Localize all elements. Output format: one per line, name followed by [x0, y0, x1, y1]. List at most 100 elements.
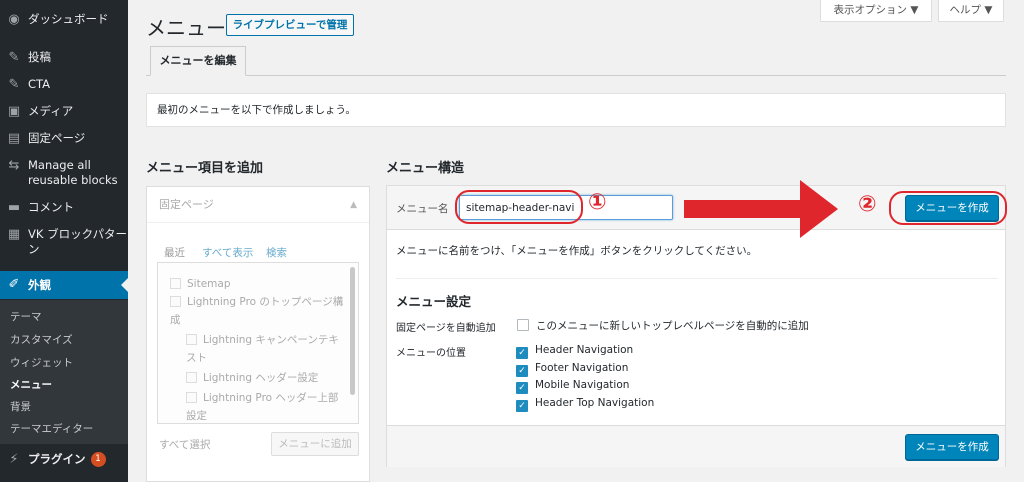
sidebar-item-comments[interactable]: ▬ コメント [0, 200, 128, 216]
location-label: Header Top Navigation [535, 397, 655, 409]
scrollbar-thumb[interactable] [350, 267, 355, 395]
divider [396, 278, 998, 279]
sidebar-item-appearance[interactable]: ✐ 外観 [0, 271, 128, 299]
tab-edit-menus[interactable]: メニューを編集 [150, 46, 246, 76]
add-to-menu-button[interactable]: メニューに追加 [271, 432, 359, 456]
pin-icon: ✎ [8, 50, 20, 65]
pin-icon: ✎ [8, 77, 20, 92]
submenu-item-themes[interactable]: テーマ [10, 309, 42, 324]
menu-name-label: メニュー名 [396, 203, 449, 215]
active-indicator [121, 278, 128, 292]
page-label: Sitemap [187, 278, 231, 290]
update-count-badge: 1 [90, 452, 106, 467]
page-label: Lightning キャンペーンテキスト [186, 334, 339, 364]
sidebar-item-dashboard[interactable]: ◉ ダッシュボード [0, 12, 128, 28]
location-label: Header Navigation [535, 344, 634, 356]
page-title: メニュー [146, 16, 226, 40]
checkbox[interactable] [186, 392, 197, 403]
tab-view-all[interactable]: すべて表示 [202, 245, 253, 260]
tab-divider [146, 75, 1006, 76]
checkbox[interactable] [170, 296, 181, 307]
sidebar-item-label: コメント [28, 200, 74, 214]
sidebar-item-reusable-blocks[interactable]: ⇆ Manage all reusable blocks [0, 158, 128, 188]
appearance-submenu: テーマ カスタマイズ ウィジェット メニュー 背景 テーマエディター [0, 300, 128, 444]
select-all-link[interactable]: すべて選択 [159, 437, 210, 452]
auto-add-label: 固定ページを自動追加 [396, 323, 496, 334]
checkbox[interactable] [186, 372, 197, 383]
help-button[interactable]: ヘルプ ▼ [938, 0, 1004, 22]
create-menu-button-bottom[interactable]: メニューを作成 [905, 434, 999, 460]
sidebar-item-label: プラグイン [28, 452, 86, 466]
auto-add-text: このメニューに新しいトップレベルページを自動的に追加 [536, 320, 809, 332]
location-option[interactable]: ✓ Header Navigation [516, 344, 633, 359]
annotation-arrow-icon [684, 180, 838, 238]
menu-structure-heading: メニュー構造 [386, 161, 465, 176]
annotation-highlight-button [889, 191, 1007, 225]
check-icon[interactable]: ✓ [516, 400, 528, 412]
annotation-step-2: ② [858, 192, 877, 217]
check-icon[interactable]: ✓ [516, 365, 528, 377]
list-item[interactable]: Lightning ヘッダー設定 [186, 369, 318, 387]
page-label: Lightning Pro ヘッダー上部設定 [186, 392, 339, 422]
submenu-item-menus[interactable]: メニュー [10, 377, 52, 392]
submenu-item-widgets[interactable]: ウィジェット [10, 355, 73, 370]
admin-sidebar: ◉ ダッシュボード ✎ 投稿 ✎ CTA ▣ メディア ▤ 固定ページ ⇆ Ma… [0, 0, 128, 482]
location-option[interactable]: ✓ Footer Navigation [516, 362, 628, 377]
pages-accordion: 固定ページ ▲ 最近 すべて表示 検索 Sitemap Lightning Pr… [146, 186, 370, 482]
page-label: Lightning ヘッダー設定 [203, 372, 319, 384]
location-label: Footer Navigation [535, 362, 629, 374]
annotation-step-1: ① [588, 190, 607, 215]
comment-icon: ▬ [7, 200, 21, 215]
sidebar-item-label: 外観 [28, 277, 51, 292]
check-icon[interactable]: ✓ [516, 382, 528, 394]
dashboard-icon: ◉ [8, 12, 20, 27]
sidebar-item-label: CTA [28, 77, 51, 91]
tab-most-recent[interactable]: 最近 [164, 245, 185, 260]
sidebar-item-label: 投稿 [28, 50, 51, 64]
sidebar-item-label: メディア [28, 104, 74, 118]
caret-up-icon: ▲ [350, 200, 357, 210]
live-preview-button[interactable]: ライブプレビューで管理 [226, 14, 354, 36]
location-option[interactable]: ✓ Header Top Navigation [516, 397, 654, 412]
plug-icon: ⚡ [9, 452, 19, 467]
sidebar-item-pages[interactable]: ▤ 固定ページ [0, 131, 128, 147]
location-label: Mobile Navigation [535, 379, 630, 391]
list-item[interactable]: Lightning キャンペーンテキスト [186, 331, 346, 367]
accordion-header[interactable]: 固定ページ ▲ [147, 187, 369, 223]
pages-checklist: Sitemap Lightning Pro のトップページ構成 Lightnin… [157, 262, 359, 424]
menu-settings-heading: メニュー設定 [396, 294, 472, 309]
accordion-title: 固定ページ [159, 198, 214, 211]
sidebar-item-posts[interactable]: ✎ 投稿 [0, 50, 128, 66]
sidebar-item-plugins[interactable]: ⚡ プラグイン 1 [0, 452, 128, 468]
page-label: Lightning Pro のトップページ構成 [170, 296, 344, 326]
list-item[interactable]: Lightning Pro ヘッダー上部設定 [186, 389, 346, 423]
sidebar-item-label: VK ブロックパターン [28, 227, 127, 256]
check-icon[interactable]: ✓ [516, 347, 528, 359]
list-item[interactable]: Lightning Pro のトップページ構成 [170, 293, 350, 329]
media-icon: ▣ [7, 104, 21, 119]
auto-add-option[interactable]: このメニューに新しいトップレベルページを自動的に追加 [517, 318, 809, 333]
submenu-item-background[interactable]: 背景 [10, 399, 31, 414]
sidebar-item-cta[interactable]: ✎ CTA [0, 77, 128, 93]
grid-icon: ▦ [7, 227, 21, 242]
checkbox[interactable] [186, 334, 197, 345]
sidebar-item-label: Manage all reusable blocks [28, 158, 118, 187]
sidebar-item-media[interactable]: ▣ メディア [0, 104, 128, 120]
menu-locations-label: メニューの位置 [396, 348, 466, 359]
screen-options-button[interactable]: 表示オプション ▼ [820, 0, 932, 22]
sidebar-item-vk-block-patterns[interactable]: ▦ VK ブロックパターン [0, 227, 128, 257]
add-menu-items-heading: メニュー項目を追加 [146, 161, 264, 176]
blocks-icon: ⇆ [8, 158, 20, 173]
checkbox[interactable] [170, 278, 181, 289]
notice-message: 最初のメニューを以下で作成しましょう。 [146, 93, 1006, 127]
auto-add-checkbox[interactable] [517, 319, 529, 331]
list-item[interactable]: Sitemap [170, 275, 231, 293]
tab-search[interactable]: 検索 [266, 245, 287, 260]
submenu-item-theme-editor[interactable]: テーマエディター [10, 421, 93, 436]
annotation-highlight-input [455, 190, 583, 224]
sidebar-item-label: ダッシュボード [28, 12, 109, 26]
submenu-item-customize[interactable]: カスタマイズ [10, 332, 73, 347]
location-option[interactable]: ✓ Mobile Navigation [516, 379, 629, 394]
instruction-text: メニューに名前をつけ、「メニューを作成」ボタンをクリックしてください。 [396, 245, 758, 257]
page-icon: ▤ [7, 131, 21, 146]
